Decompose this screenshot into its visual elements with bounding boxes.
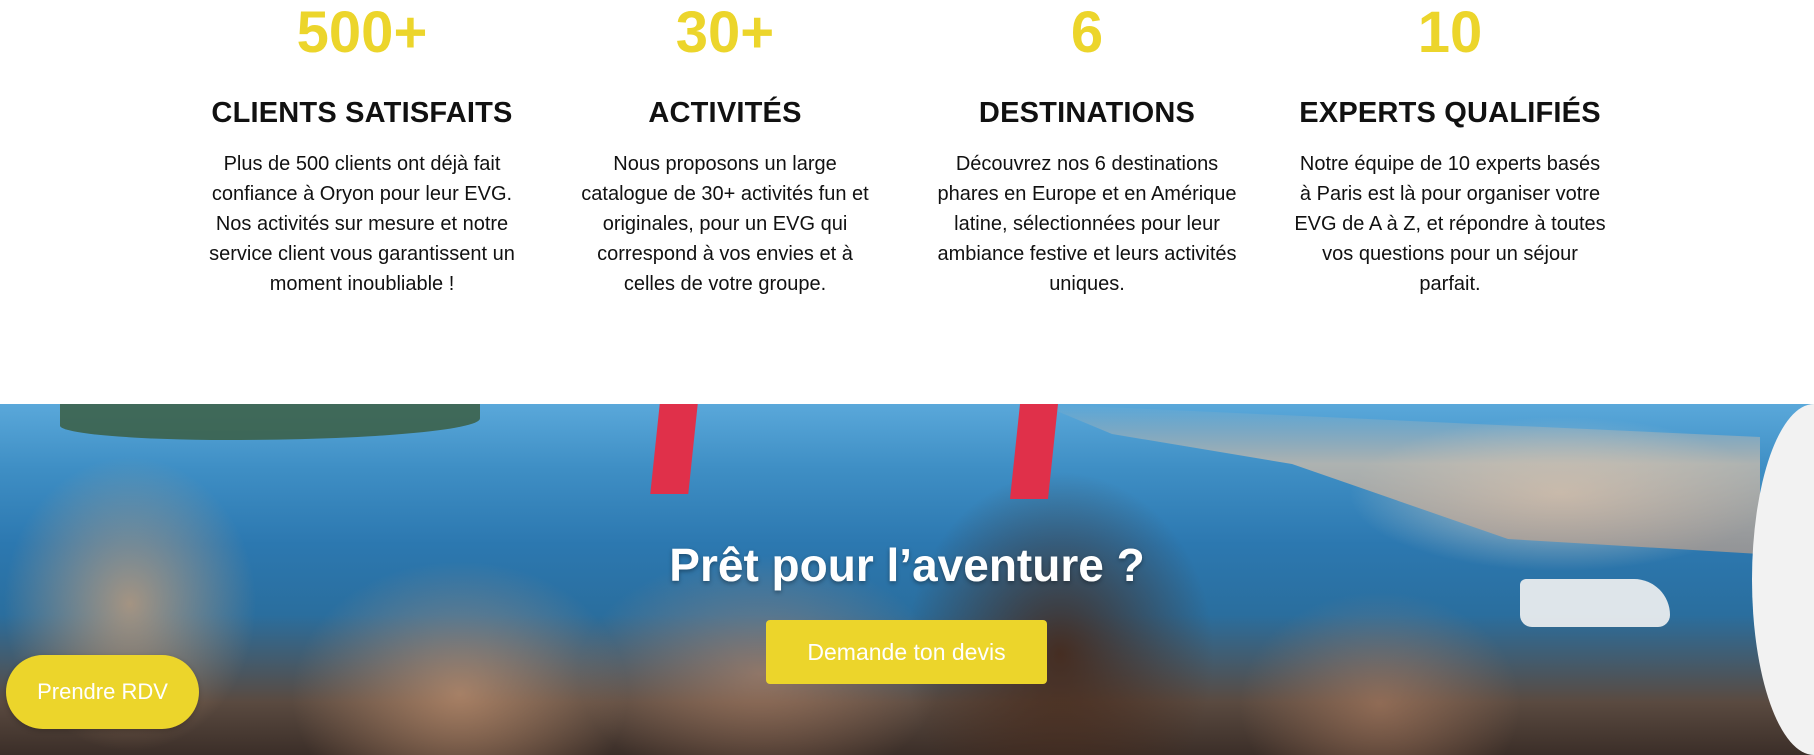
stat-title: ACTIVITÉS [648,97,802,129]
stat-number: 30+ [675,0,775,65]
hero-banner: Prêt pour l’aventure ? Demande ton devis [0,404,1814,755]
stat-activities: 30+ ACTIVITÉS Nous proposons un large ca… [560,0,890,299]
stat-title: DESTINATIONS [978,97,1196,129]
stat-description: Notre équipe de 10 experts basés à Paris… [1294,153,1606,295]
book-appointment-button[interactable]: Prendre RDV [6,655,199,729]
stat-number: 6 [1070,0,1104,65]
request-quote-button[interactable]: Demande ton devis [766,620,1047,684]
stat-description: Découvrez nos 6 destinations phares en E… [937,153,1237,295]
stat-clients: 500+ CLIENTS SATISFAITS Plus de 500 clie… [197,0,527,299]
stat-description: Nous proposons un large catalogue de 30+… [581,153,869,295]
hero-title: Prêt pour l’aventure ? [669,539,1145,591]
stat-title: CLIENTS SATISFAITS [211,97,513,129]
stat-destinations: 6 DESTINATIONS Découvrez nos 6 destinati… [922,0,1252,299]
stat-number: 10 [1417,0,1483,65]
stats-section: 500+ CLIENTS SATISFAITS Plus de 500 clie… [0,0,1814,404]
hero-photo-flag [650,404,698,494]
stat-title: EXPERTS QUALIFIÉS [1299,97,1601,129]
stat-number: 500+ [296,0,428,65]
stat-description: Plus de 500 clients ont déjà fait confia… [209,153,515,295]
stat-experts: 10 EXPERTS QUALIFIÉS Notre équipe de 10 … [1285,0,1615,299]
hero-photo-island [60,404,480,440]
hero-photo-flag [1010,404,1058,499]
hero-photo-town [1040,404,1760,554]
